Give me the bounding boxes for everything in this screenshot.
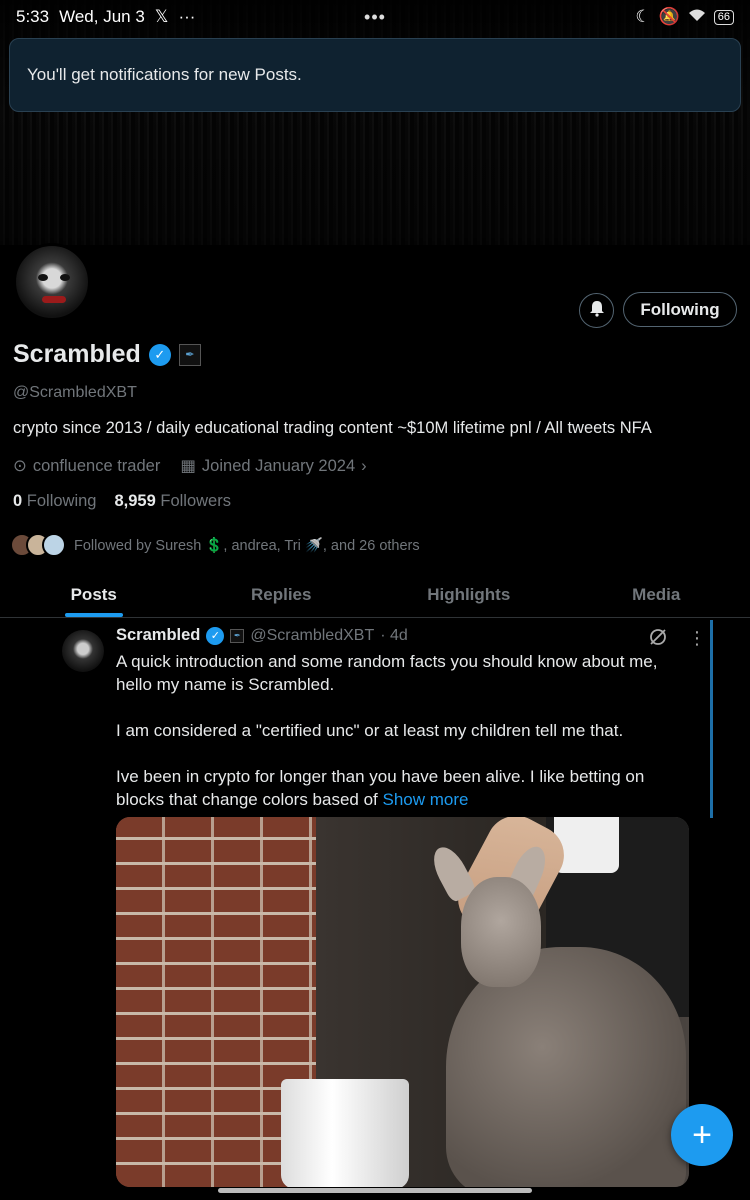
post-avatar[interactable] bbox=[62, 630, 104, 672]
home-indicator[interactable] bbox=[218, 1188, 532, 1193]
notification-bell-button[interactable] bbox=[579, 293, 614, 328]
post-paragraph-text: Ive been in crypto for longer than you h… bbox=[116, 767, 645, 809]
status-dots-icon: ••• bbox=[364, 6, 386, 27]
post-paragraph: A quick introduction and some random fac… bbox=[116, 652, 658, 694]
profile-meta: ⊙ confluence trader ▦ Joined January 202… bbox=[13, 456, 367, 476]
profile-tabs: Posts Replies Highlights Media bbox=[0, 572, 750, 618]
followed-by-text: Followed by Suresh 💲, andrea, Tri 🚿, and… bbox=[74, 537, 420, 554]
status-more-icon: ··· bbox=[178, 7, 196, 26]
show-more-link[interactable]: Show more bbox=[383, 790, 469, 809]
mute-bell-icon: 🔕 bbox=[658, 7, 680, 26]
person-sleeve bbox=[554, 817, 619, 873]
tab-highlights[interactable]: Highlights bbox=[375, 572, 563, 617]
follower-avatar bbox=[42, 533, 66, 557]
thread-indicator bbox=[710, 620, 713, 818]
x-app-icon: 𝕏 bbox=[154, 7, 169, 26]
post-header: Scrambled ✓ ✒ @ScrambledXBT · 4d bbox=[116, 626, 408, 645]
post-more-options-icon[interactable]: ⋮ bbox=[688, 628, 706, 649]
followers-label: Followers bbox=[160, 492, 231, 510]
post-author-handle[interactable]: @ScrambledXBT bbox=[250, 627, 374, 645]
verified-badge-icon: ✓ bbox=[148, 343, 171, 366]
verified-badge-icon: ✓ bbox=[206, 626, 225, 645]
post-time[interactable]: · 4d bbox=[380, 627, 408, 645]
affiliate-badge-icon[interactable]: ✒ bbox=[178, 343, 201, 366]
tab-media[interactable]: Media bbox=[563, 572, 750, 617]
profile-location: confluence trader bbox=[32, 456, 161, 475]
grok-icon[interactable] bbox=[648, 627, 668, 652]
location-icon: ⊙ bbox=[13, 457, 27, 475]
status-date: Wed, Jun 3 bbox=[59, 7, 145, 26]
profile-banner[interactable] bbox=[0, 0, 750, 245]
notification-toast[interactable]: You'll get notifications for new Posts. bbox=[9, 38, 741, 112]
profile-handle: @ScrambledXBT bbox=[13, 384, 137, 401]
compose-post-button[interactable]: + bbox=[671, 1104, 733, 1166]
followers-count: 8,959 bbox=[114, 492, 156, 510]
moon-icon: ☾ bbox=[635, 7, 651, 26]
wifi-icon bbox=[688, 7, 706, 27]
post-text[interactable]: A quick introduction and some random fac… bbox=[116, 650, 696, 834]
post-image-kangaroo[interactable] bbox=[116, 817, 689, 1187]
bell-icon bbox=[588, 299, 606, 322]
profile-avatar[interactable] bbox=[13, 243, 91, 321]
tab-replies[interactable]: Replies bbox=[188, 572, 376, 617]
post-paragraph: Ive been in crypto for longer than you h… bbox=[116, 765, 696, 811]
chevron-right-icon[interactable]: › bbox=[361, 457, 367, 476]
status-bar: 5:33 Wed, Jun 3 𝕏 ··· ••• ☾ 🔕 66 bbox=[0, 0, 750, 34]
affiliate-badge-icon: ✒ bbox=[230, 628, 245, 643]
profile-joined: Joined January 2024 bbox=[201, 456, 356, 475]
following-button[interactable]: Following bbox=[623, 292, 737, 327]
followers-count-link[interactable]: 8,959 Followers bbox=[114, 492, 231, 511]
tab-posts[interactable]: Posts bbox=[0, 572, 188, 617]
profile-name: Scrambled bbox=[13, 340, 141, 368]
profile-name-row: Scrambled ✓ ✒ bbox=[13, 340, 201, 369]
post-author-name[interactable]: Scrambled bbox=[116, 626, 200, 645]
following-label: Following bbox=[26, 492, 97, 510]
following-count-link[interactable]: 0 Following bbox=[13, 492, 96, 511]
battery-icon: 66 bbox=[713, 9, 734, 25]
white-bucket bbox=[281, 1079, 409, 1187]
profile-bio: crypto since 2013 / daily educational tr… bbox=[13, 419, 652, 437]
post-paragraph: I am considered a "certified unc" or at … bbox=[116, 721, 624, 740]
following-count: 0 bbox=[13, 492, 23, 510]
follow-counts: 0 Following 8,959 Followers bbox=[13, 492, 231, 511]
status-time: 5:33 bbox=[16, 7, 50, 26]
followed-by-row[interactable]: Followed by Suresh 💲, andrea, Tri 🚿, and… bbox=[10, 533, 420, 557]
kangaroo-head bbox=[461, 877, 541, 987]
calendar-icon: ▦ bbox=[180, 457, 196, 475]
